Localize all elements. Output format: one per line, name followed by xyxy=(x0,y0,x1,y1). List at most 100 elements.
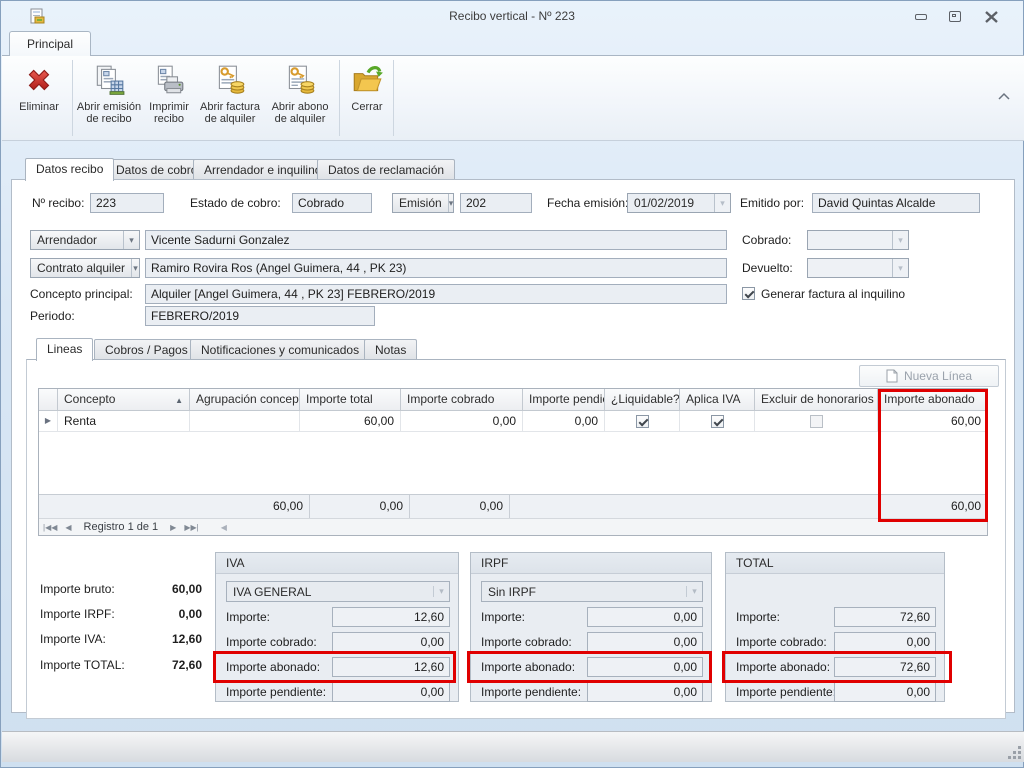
restore-button[interactable] xyxy=(941,8,969,25)
column-header-liquidable[interactable]: ¿Liquidable? xyxy=(605,389,680,410)
generar-factura-label: Generar factura al inquilino xyxy=(761,284,905,304)
iva-importe-pendiente-field[interactable]: 0,00 xyxy=(332,682,450,702)
eliminar-button[interactable]: Eliminar xyxy=(10,60,68,138)
concepto-principal-label: Concepto principal: xyxy=(30,284,133,304)
imprimir-recibo-button[interactable]: Imprimir recibo xyxy=(143,60,195,138)
total-importe-field[interactable]: 72,60 xyxy=(834,607,936,627)
irpf-panel-title: IRPF xyxy=(471,553,711,574)
tab-cobros-pagos[interactable]: Cobros / Pagos xyxy=(94,339,199,360)
column-header-excluir-honorarios[interactable]: Excluir de honorarios xyxy=(755,389,878,410)
estado-cobro-field[interactable]: Cobrado xyxy=(292,193,372,213)
emitido-por-label: Emitido por: xyxy=(740,193,804,213)
iva-panel-title: IVA xyxy=(216,553,458,574)
chevron-down-icon: ▾ xyxy=(131,259,139,277)
excluir-honorarios-checkbox[interactable] xyxy=(810,415,823,428)
resize-grip[interactable] xyxy=(1007,745,1021,759)
collapse-ribbon-icon[interactable] xyxy=(996,90,1012,104)
column-header-importe-total[interactable]: Importe total xyxy=(300,389,401,410)
lines-grid: Concepto▲ Agrupación concepto Importe to… xyxy=(38,388,988,536)
iva-importe-cobrado-field[interactable]: 0,00 xyxy=(332,632,450,652)
contrato-alquiler-combo[interactable]: Contrato alquiler ▾ xyxy=(30,258,140,278)
total-importe-abonado-field[interactable]: 72,60 xyxy=(834,657,936,677)
table-row[interactable]: ▶ Renta 60,00 0,00 0,00 60,00 xyxy=(39,411,987,432)
column-header-concepto[interactable]: Concepto▲ xyxy=(58,389,190,410)
irpf-importe-pendiente-field[interactable]: 0,00 xyxy=(587,682,703,702)
liquidable-checkbox[interactable] xyxy=(636,415,649,428)
last-record-button[interactable]: ▶▶| xyxy=(180,523,202,532)
cell-importe-cobrado[interactable]: 0,00 xyxy=(401,411,523,431)
cell-liquidable[interactable] xyxy=(605,411,680,431)
cell-excluir-honorarios[interactable] xyxy=(755,411,878,431)
generar-factura-checkbox[interactable] xyxy=(742,287,755,300)
aplica-iva-checkbox[interactable] xyxy=(711,415,724,428)
irpf-select[interactable]: Sin IRPF ▾ xyxy=(481,581,703,602)
hscroll-left-arrow[interactable]: ◀ xyxy=(217,523,231,532)
prev-record-button[interactable]: ◀ xyxy=(61,523,75,532)
restore-icon xyxy=(949,11,961,22)
contrato-alquiler-field[interactable]: Ramiro Rovira Ros (Angel Guimera, 44 , P… xyxy=(145,258,727,278)
importe-bruto-value: 60,00 xyxy=(132,582,202,596)
close-folder-icon xyxy=(350,63,384,97)
minimize-icon xyxy=(915,14,927,20)
devuelto-combo[interactable]: ▾ xyxy=(807,258,909,278)
emision-combo[interactable]: Emisión ▾ xyxy=(392,193,454,213)
tab-datos-recibo[interactable]: Datos recibo xyxy=(25,158,114,181)
cell-agrupacion[interactable] xyxy=(190,411,300,431)
close-button[interactable] xyxy=(977,8,1005,25)
num-recibo-field[interactable]: 223 xyxy=(90,193,164,213)
concepto-principal-field[interactable]: Alquiler [Angel Guimera, 44 , PK 23] FEB… xyxy=(145,284,727,304)
tab-datos-reclamacion[interactable]: Datos de reclamación xyxy=(317,159,455,180)
cerrar-button[interactable]: Cerrar xyxy=(343,60,391,138)
irpf-importe-abonado-field[interactable]: 0,00 xyxy=(587,657,703,677)
tab-arrendador-inquilino[interactable]: Arrendador e inquilino xyxy=(193,159,332,180)
ribbon-tab-principal[interactable]: Principal xyxy=(9,31,91,56)
tab-lineas[interactable]: Lineas xyxy=(36,338,93,361)
iva-importe-abonado-field[interactable]: 12,60 xyxy=(332,657,450,677)
minimize-button[interactable] xyxy=(907,8,935,25)
importe-bruto-label: Importe bruto: xyxy=(40,582,115,596)
abrir-emision-button[interactable]: Abrir emisión de recibo xyxy=(72,60,146,138)
periodo-field[interactable]: FEBRERO/2019 xyxy=(145,306,375,326)
tab-notas[interactable]: Notas xyxy=(364,339,417,360)
tab-notificaciones[interactable]: Notificaciones y comunicados xyxy=(190,339,370,360)
cell-importe-total[interactable]: 60,00 xyxy=(300,411,401,431)
iva-select[interactable]: IVA GENERAL ▾ xyxy=(226,581,450,602)
chevron-down-icon: ▾ xyxy=(433,586,449,597)
emitido-por-field[interactable]: David Quintas Alcalde xyxy=(812,193,980,213)
importe-irpf-label: Importe IRPF: xyxy=(40,607,115,621)
total-panel: TOTAL Importe: 72,60 Importe cobrado: 0,… xyxy=(725,552,945,702)
cell-importe-pendiente[interactable]: 0,00 xyxy=(523,411,605,431)
next-record-button[interactable]: ▶ xyxy=(166,523,180,532)
devuelto-label: Devuelto: xyxy=(742,258,793,278)
irpf-panel: IRPF Sin IRPF ▾ Importe: 0,00 Importe co… xyxy=(470,552,712,702)
arrendador-field[interactable]: Vicente Sadurni Gonzalez xyxy=(145,230,727,250)
estado-cobro-label: Estado de cobro: xyxy=(190,193,281,213)
irpf-importe-cobrado-field[interactable]: 0,00 xyxy=(587,632,703,652)
ribbon-separator xyxy=(339,60,340,136)
cell-concepto[interactable]: Renta xyxy=(58,411,190,431)
column-header-importe-cobrado[interactable]: Importe cobrado xyxy=(401,389,523,410)
fecha-emision-label: Fecha emisión: xyxy=(547,193,628,213)
cobrado-combo[interactable]: ▾ xyxy=(807,230,909,250)
nueva-linea-button[interactable]: Nueva Línea xyxy=(859,365,999,387)
column-header-aplica-iva[interactable]: Aplica IVA xyxy=(680,389,755,410)
cell-importe-abonado[interactable]: 60,00 xyxy=(878,411,987,431)
column-header-importe-abonado[interactable]: Importe abonado xyxy=(878,389,987,410)
abrir-abono-button[interactable]: Abrir abono de alquiler xyxy=(265,60,335,138)
iva-importe-field[interactable]: 12,60 xyxy=(332,607,450,627)
fecha-emision-field[interactable]: 01/02/2019 ▾ xyxy=(627,193,731,213)
arrendador-combo[interactable]: Arrendador ▾ xyxy=(30,230,140,250)
abrir-factura-button[interactable]: Abrir factura de alquiler xyxy=(197,60,263,138)
emision-numero-field[interactable]: 202 xyxy=(460,193,532,213)
column-header-importe-pendiente[interactable]: Importe pendiente xyxy=(523,389,605,410)
irpf-importe-field[interactable]: 0,00 xyxy=(587,607,703,627)
first-record-button[interactable]: |◀◀ xyxy=(39,523,61,532)
total-importe-pendiente-field[interactable]: 0,00 xyxy=(834,682,936,702)
total-importe-cobrado-field[interactable]: 0,00 xyxy=(834,632,936,652)
total-panel-title: TOTAL xyxy=(726,553,944,574)
column-header-agrupacion[interactable]: Agrupación concepto xyxy=(190,389,300,410)
cell-aplica-iva[interactable] xyxy=(680,411,755,431)
record-counter: Registro 1 de 1 xyxy=(76,521,167,533)
importe-total-value: 72,60 xyxy=(132,658,202,672)
chevron-down-icon: ▾ xyxy=(448,194,454,212)
